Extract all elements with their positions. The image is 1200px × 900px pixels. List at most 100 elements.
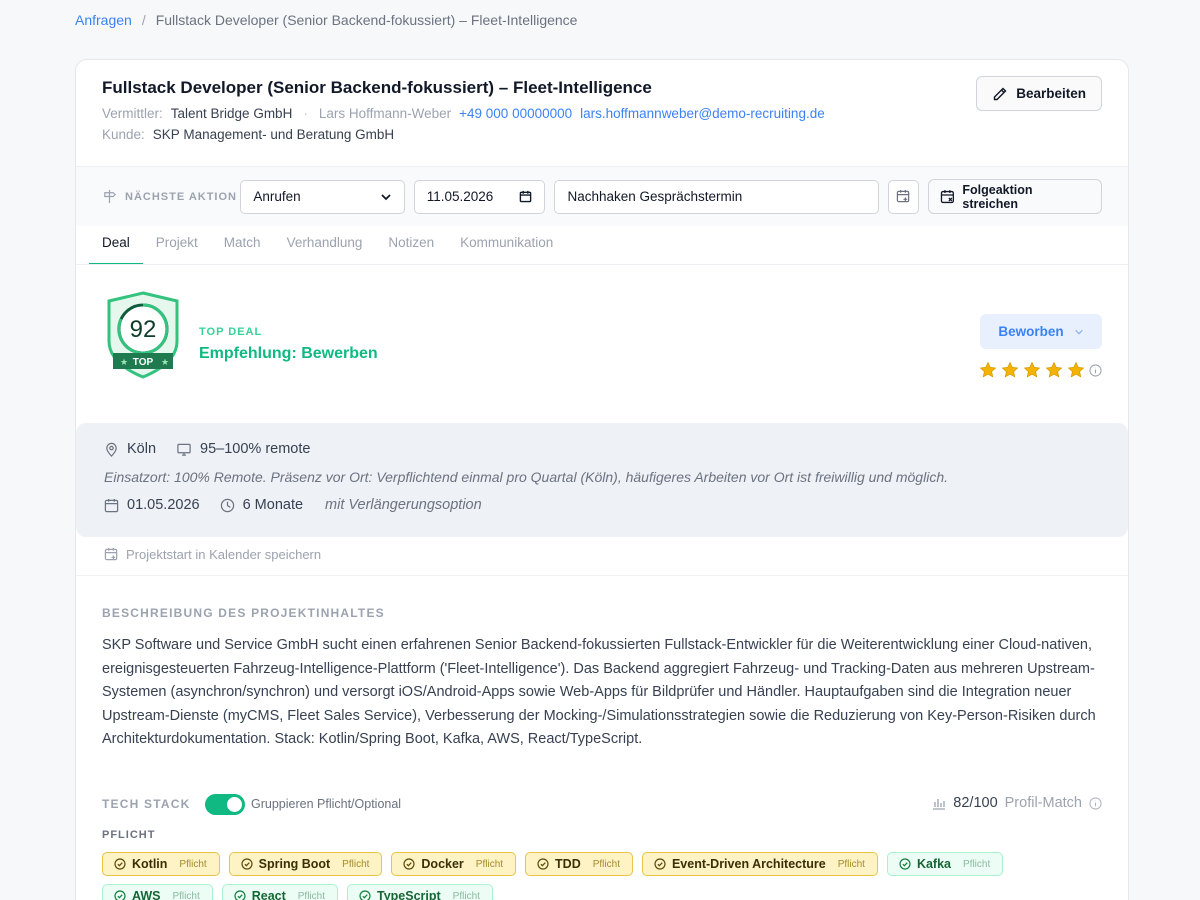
add-to-calendar-button[interactable]	[887, 179, 919, 214]
next-action-label: NÄCHSTE AKTION	[102, 189, 240, 204]
contact-name: Lars Hoffmann-Weber	[318, 106, 452, 121]
action-note-input[interactable]: Nachhaken Gesprächstermin	[554, 179, 879, 214]
clock-icon	[220, 498, 234, 512]
check-circle-icon	[114, 890, 126, 900]
tech-chip-name: TDD	[555, 857, 581, 871]
rating-stars[interactable]	[979, 361, 1102, 379]
contact-email-link[interactable]: lars.hoffmannweber@demo-recruiting.de	[580, 106, 825, 121]
profile-match-score: 82/100	[953, 795, 998, 811]
breadcrumb-link-anfragen[interactable]: Anfragen	[75, 12, 132, 28]
tech-chip-name: Kafka	[916, 857, 951, 871]
profile-match: 82/100 Profil-Match	[932, 795, 1102, 811]
strike-follow-up-button[interactable]: Folgeaktion streichen	[927, 179, 1102, 214]
vermittler-row: Vermittler: Talent Bridge GmbH · Lars Ho…	[102, 106, 1102, 121]
check-circle-icon	[537, 858, 549, 870]
tech-chip-tag: Pflicht	[297, 890, 325, 900]
tab-deal[interactable]: Deal	[89, 226, 143, 265]
tech-chip[interactable]: Kotlin Pflicht	[102, 852, 220, 876]
action-date-input[interactable]: 11.05.2026	[413, 179, 546, 214]
next-action-bar: NÄCHSTE AKTION Anrufen 11.05.2026 Nachha…	[76, 166, 1128, 226]
tech-chip-tag: Pflicht	[837, 858, 865, 870]
pflicht-group-label: PFLICHT	[102, 829, 156, 841]
tech-chip-tag: Pflicht	[592, 858, 620, 870]
tech-chip-name: Spring Boot	[258, 857, 331, 871]
tab-notizen[interactable]: Notizen	[375, 226, 447, 265]
contact-phone-link[interactable]: +49 000 00000000	[459, 106, 572, 121]
edit-button-label: Bearbeiten	[1016, 86, 1086, 101]
deal-card: Fullstack Developer (Senior Backend-foku…	[75, 59, 1129, 900]
tech-chip[interactable]: AWS Pflicht	[102, 884, 213, 900]
check-circle-icon	[241, 858, 253, 870]
tech-chip-tag: Pflicht	[172, 890, 200, 900]
star-icon[interactable]	[1023, 361, 1041, 379]
description-text: SKP Software und Service GmbH sucht eine…	[102, 637, 1096, 747]
location-panel: Köln 95–100% remote Einsatzort: 100% Rem…	[76, 423, 1128, 537]
start-date: 01.05.2026	[127, 497, 200, 513]
calendar-icon[interactable]	[519, 190, 532, 203]
tech-chip[interactable]: TDD Pflicht	[525, 852, 633, 876]
star-icon[interactable]	[979, 361, 997, 379]
save-start-to-calendar-link[interactable]: Projektstart in Kalender speichern	[104, 547, 321, 562]
status-dropdown[interactable]: Beworben	[980, 314, 1102, 349]
vermittler-label: Vermittler:	[102, 106, 163, 121]
tab-bar: Deal Projekt Match Verhandlung Notizen K…	[89, 226, 566, 265]
check-circle-icon	[114, 858, 126, 870]
svg-text:★: ★	[161, 357, 169, 367]
tech-chip[interactable]: Kafka Pflicht	[886, 852, 1004, 876]
tech-chip-tag: Pflicht	[452, 890, 480, 900]
group-toggle[interactable]	[205, 794, 245, 815]
action-type-select[interactable]: Anrufen	[240, 179, 405, 214]
breadcrumb: Anfragen / Fullstack Developer (Senior B…	[75, 12, 577, 28]
meta-separator: ·	[303, 106, 308, 121]
description-heading: BESCHREIBUNG DES PROJEKTINHALTES	[102, 606, 385, 620]
star-icon[interactable]	[1045, 361, 1063, 379]
info-icon[interactable]	[1089, 363, 1102, 377]
monitor-icon	[177, 443, 191, 456]
star-icon[interactable]	[1001, 361, 1019, 379]
tab-verhandlung[interactable]: Verhandlung	[274, 226, 376, 265]
tech-chip[interactable]: React Pflicht	[221, 884, 338, 900]
kunde-name: SKP Management- und Beratung GmbH	[152, 127, 395, 142]
edit-button[interactable]: Bearbeiten	[976, 76, 1102, 111]
score-badge: 92 ★ ★ TOP	[105, 291, 181, 382]
extension-note: mit Verlängerungsoption	[325, 497, 482, 513]
tab-projekt[interactable]: Projekt	[143, 226, 211, 265]
score-value: 92	[130, 316, 157, 343]
action-date-value: 11.05.2026	[426, 189, 494, 204]
check-circle-icon	[234, 890, 246, 900]
tech-chip[interactable]: TypeScript Pflicht	[347, 884, 493, 900]
check-circle-icon	[654, 858, 666, 870]
tab-match[interactable]: Match	[211, 226, 274, 265]
profile-match-label: Profil-Match	[1004, 795, 1082, 811]
map-pin-icon	[106, 442, 117, 457]
next-action-label-text: NÄCHSTE AKTION	[125, 190, 237, 203]
pencil-icon	[994, 87, 1007, 100]
signpost-icon	[104, 189, 116, 204]
tab-kommunikation[interactable]: Kommunikation	[447, 226, 566, 265]
tech-chip-name: Event-Driven Architecture	[671, 857, 826, 871]
score-shield-icon: 92 ★ ★ TOP	[107, 291, 179, 379]
tech-chip[interactable]: Event-Driven Architecture Pflicht	[641, 852, 878, 876]
tech-chip[interactable]: Docker Pflicht	[391, 852, 517, 876]
star-icon[interactable]	[1067, 361, 1085, 379]
strike-follow-up-label: Folgeaktion streichen	[962, 182, 1033, 211]
tech-chip-tag: Pflicht	[475, 858, 504, 870]
page-title: Fullstack Developer (Senior Backend-foku…	[102, 78, 652, 97]
check-circle-icon	[359, 890, 371, 900]
location-city: Köln	[127, 441, 157, 457]
group-toggle-label: Gruppieren Pflicht/Optional	[251, 797, 402, 811]
tech-chip-name: React	[251, 889, 286, 900]
info-icon[interactable]	[1089, 796, 1102, 810]
deal-subtitle: TOP DEAL	[199, 326, 263, 338]
timeline-row: 01.05.2026 6 Monate mit Verlängerungsopt…	[104, 497, 1100, 513]
chevron-down-icon	[381, 193, 391, 200]
tech-chip-tag: Pflicht	[179, 858, 207, 870]
calendar-plus-icon	[104, 547, 118, 561]
tech-chip-tag: Pflicht	[963, 858, 991, 870]
kunde-label: Kunde:	[102, 127, 145, 142]
location-note: Einsatzort: 100% Remote. Präsenz vor Ort…	[104, 469, 948, 485]
check-circle-icon	[403, 858, 415, 870]
tech-chip-name: AWS	[132, 889, 161, 900]
vermittler-name: Talent Bridge GmbH	[170, 106, 293, 121]
tech-chip[interactable]: Spring Boot Pflicht	[228, 852, 383, 876]
